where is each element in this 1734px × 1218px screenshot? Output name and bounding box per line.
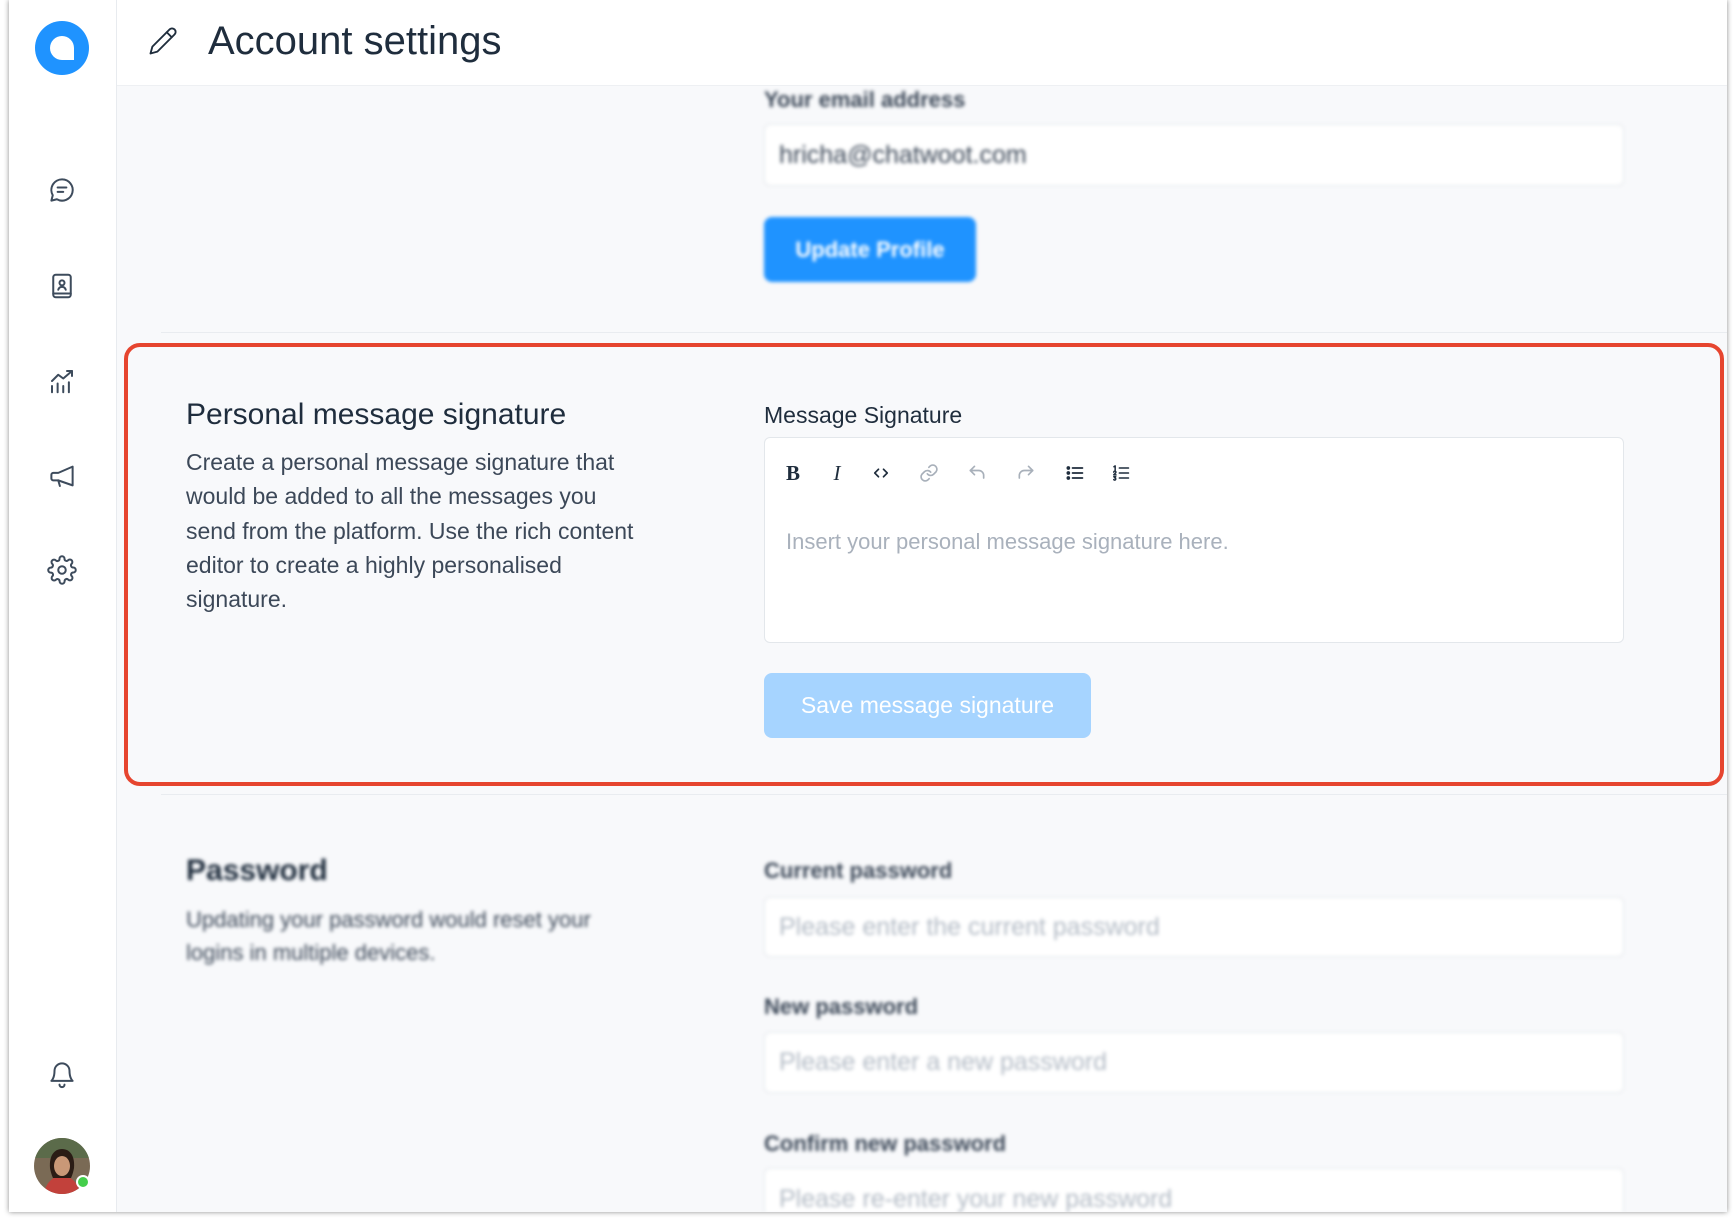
online-status-dot (76, 1175, 90, 1189)
password-description: Updating your password would reset your … (186, 903, 591, 969)
chat-icon[interactable] (43, 171, 81, 209)
signature-description-line: would be added to all the messages you (186, 483, 597, 510)
sidebar (9, 0, 117, 1212)
password-description-line: logins in multiple devices. (186, 940, 436, 965)
current-password-label: Current password (764, 858, 953, 883)
signature-editor[interactable]: B I Insert your personal message signatu… (764, 437, 1624, 643)
italic-icon: I (833, 460, 841, 485)
new-password-field[interactable] (764, 1032, 1624, 1093)
avatar[interactable] (34, 1138, 90, 1194)
chatwoot-logo-icon[interactable] (35, 21, 89, 75)
signature-description-line: send from the platform. Use the rich con… (186, 517, 634, 544)
email-field[interactable] (764, 124, 1624, 186)
link-button[interactable] (914, 458, 944, 488)
signature-title: Personal message signature (186, 398, 567, 431)
campaigns-icon[interactable] (43, 457, 81, 495)
save-message-signature-button[interactable]: Save message signature (764, 673, 1091, 738)
profile-section: Your email address Update Profile (9, 86, 1727, 326)
code-icon (873, 468, 889, 478)
password-description-line: Updating your password would reset your (186, 907, 591, 932)
undo-button[interactable] (962, 458, 992, 488)
password-title: Password (186, 854, 328, 887)
section-divider (161, 794, 1727, 795)
confirm-password-field[interactable] (764, 1168, 1624, 1212)
reports-icon[interactable] (43, 362, 81, 400)
contacts-icon[interactable] (43, 267, 81, 305)
message-signature-label: Message Signature (764, 402, 963, 428)
signature-description-line: editor to create a highly personalised (186, 551, 562, 578)
redo-icon (1018, 465, 1034, 479)
pencil-icon (148, 26, 178, 56)
bold-icon: B (785, 460, 800, 485)
update-profile-button[interactable]: Update Profile (764, 217, 976, 282)
current-password-field[interactable] (764, 897, 1624, 957)
italic-button[interactable]: I (822, 458, 852, 488)
undo-icon (969, 465, 985, 479)
code-button[interactable] (866, 458, 896, 488)
editor-placeholder[interactable]: Insert your personal message signature h… (786, 528, 1229, 556)
app-window: Account settings Your email address Upda… (9, 0, 1727, 1212)
bullet-list-button[interactable] (1060, 458, 1090, 488)
ordered-list-button[interactable] (1106, 458, 1136, 488)
link-icon (920, 464, 938, 482)
email-label: Your email address (764, 87, 966, 112)
bold-button[interactable]: B (778, 458, 808, 488)
ordered-list-icon (1113, 465, 1130, 481)
signature-description-line: signature. (186, 586, 288, 613)
page-header: Account settings (117, 0, 1727, 86)
bell-icon[interactable] (43, 1055, 81, 1093)
section-divider (161, 332, 1727, 333)
redo-button[interactable] (1011, 458, 1041, 488)
confirm-password-label: Confirm new password (764, 1131, 1007, 1156)
password-section: Password Updating your password would re… (9, 840, 1727, 1212)
settings-icon[interactable] (43, 551, 81, 589)
bullet-list-icon (1066, 466, 1084, 480)
signature-description: Create a personal message signature that… (186, 445, 633, 616)
page-title: Account settings (208, 19, 502, 63)
new-password-label: New password (764, 994, 919, 1019)
signature-description-line: Create a personal message signature that (186, 449, 615, 475)
